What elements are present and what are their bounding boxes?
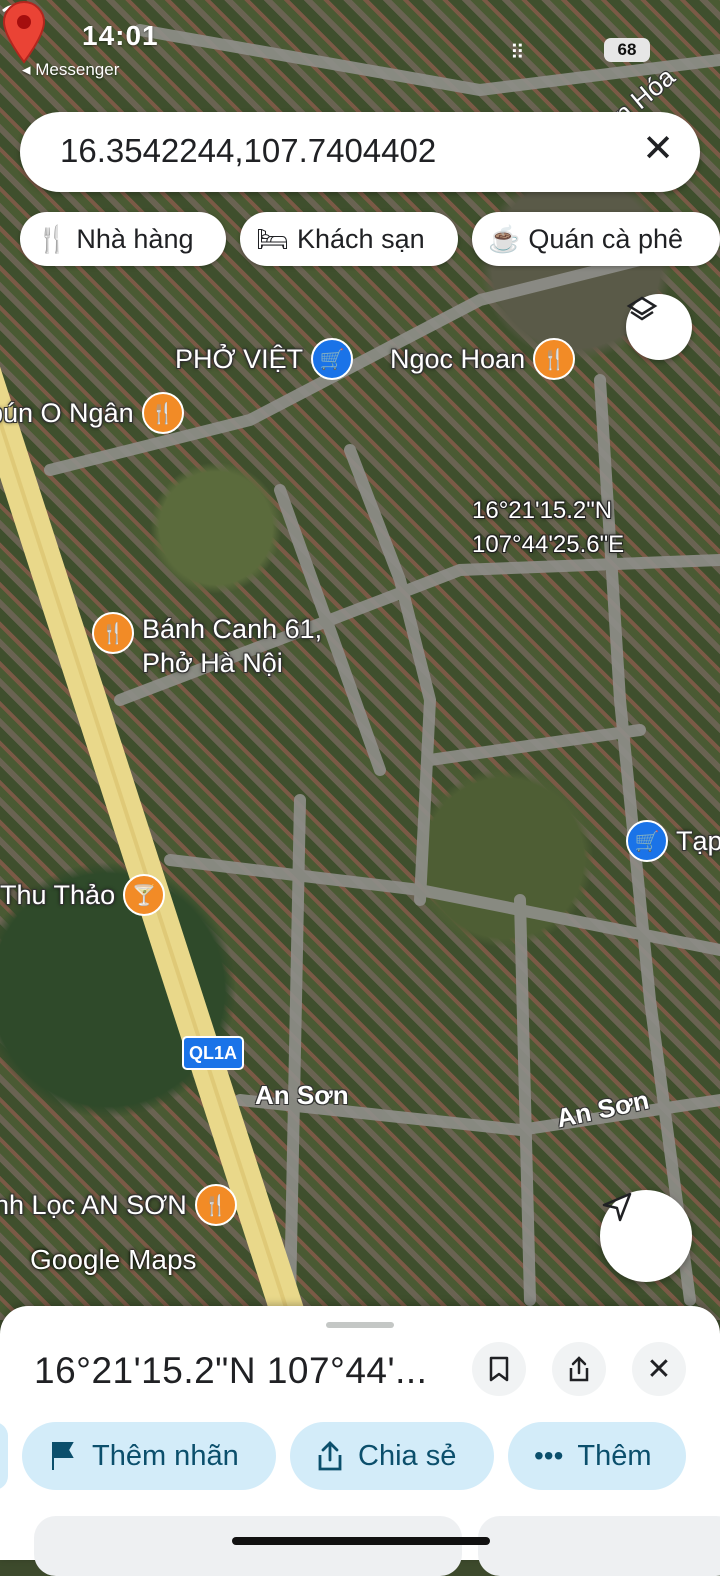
- chip-label: Khách sạn: [297, 223, 425, 254]
- restaurant-icon: 🍴: [194, 1184, 237, 1226]
- hotel-icon: 🛏: [256, 223, 290, 254]
- share-action-button[interactable]: Chia sẻ: [290, 1422, 494, 1490]
- action-label: Chia sẻ: [358, 1439, 457, 1472]
- share-button[interactable]: [552, 1342, 606, 1396]
- close-icon: ✕: [646, 1352, 672, 1386]
- more-button[interactable]: ••• Thêm: [508, 1422, 686, 1490]
- status-time: 14:01: [82, 20, 159, 51]
- chip-hotels[interactable]: 🛏 Khách sạn: [240, 212, 458, 266]
- place-title: 16°21'15.2"N 107°44'...: [34, 1350, 428, 1391]
- layers-button[interactable]: [626, 294, 692, 360]
- share-icon: [318, 1441, 342, 1471]
- more-icon: •••: [534, 1440, 564, 1471]
- chip-label: Quán cà phê: [528, 223, 683, 254]
- coffee-icon: ☕: [488, 223, 521, 254]
- poi-ngoc-hoan[interactable]: Ngoc Hoan 🍴: [390, 338, 576, 380]
- poi-label: nh Lọc AN SƠN: [0, 1189, 187, 1220]
- cocktail-icon: 🍸: [123, 874, 166, 916]
- signal-icon: ⠿: [510, 42, 525, 64]
- bookmark-icon: [489, 1356, 509, 1382]
- previous-action-pill[interactable]: [0, 1422, 8, 1490]
- navigation-arrow-icon: [602, 1192, 632, 1222]
- poi-an-son-water[interactable]: nh Lọc AN SƠN 🍴: [0, 1184, 237, 1226]
- area-label-an-son: An Sơn: [255, 1080, 349, 1110]
- status-bar: 14:01 ◂ Messenger ⠿ 68: [0, 0, 720, 90]
- poi-label: Bánh Canh 61, Phở Hà Nội: [142, 612, 322, 680]
- restaurant-icon: 🍴: [36, 223, 69, 254]
- chip-label: Nhà hàng: [76, 223, 194, 254]
- poi-label: Thu Thảo: [0, 879, 116, 910]
- pin-latitude: 16°21'15.2"N: [472, 497, 613, 524]
- google-maps-logo: Google Maps: [30, 1244, 197, 1275]
- restaurant-icon: 🍴: [141, 392, 184, 434]
- dropped-pin-icon[interactable]: [0, 0, 48, 64]
- pin-longitude: 107°44'25.6"E: [472, 531, 625, 558]
- search-input[interactable]: 16.3542244,107.7404402: [60, 132, 436, 170]
- satellite-map[interactable]: 14:01 ◂ Messenger ⠿ 68 n Hóa 16.3542244,…: [0, 0, 720, 1320]
- drag-handle[interactable]: [326, 1322, 394, 1328]
- poi-banh-canh-61[interactable]: 🍴 Bánh Canh 61, Phở Hà Nội: [92, 612, 322, 680]
- dropped-pin-label: 16°21'15.2"N 107°44'25.6"E: [472, 494, 624, 562]
- poi-tap-hoa[interactable]: 🛒 Tạp: [626, 820, 720, 862]
- action-label: Thêm nhãn: [92, 1439, 239, 1472]
- restaurant-icon: 🍴: [92, 612, 134, 654]
- poi-pho-viet[interactable]: PHỞ VIỆT 🛒: [175, 338, 354, 380]
- action-label: Thêm: [577, 1439, 652, 1472]
- chip-coffee[interactable]: ☕ Quán cà phê: [472, 212, 720, 266]
- chip-restaurants[interactable]: 🍴 Nhà hàng: [20, 212, 226, 266]
- poi-bun-o-ngan[interactable]: bún O Ngân 🍴: [0, 392, 184, 434]
- close-button[interactable]: ✕: [632, 1342, 686, 1396]
- preview-card[interactable]: [34, 1516, 462, 1576]
- home-indicator: [232, 1537, 490, 1545]
- poi-label-line1: Bánh Canh 61,: [142, 614, 323, 644]
- poi-label: Tạp: [676, 825, 720, 856]
- restaurant-icon: 🍴: [533, 338, 576, 380]
- search-bar[interactable]: 16.3542244,107.7404402 ✕: [20, 112, 700, 192]
- flag-icon: [52, 1442, 74, 1470]
- poi-thu-thao[interactable]: Thu Thảo 🍸: [0, 874, 166, 916]
- add-label-button[interactable]: Thêm nhãn: [22, 1422, 276, 1490]
- poi-label-line2: Phở Hà Nội: [142, 648, 283, 678]
- battery-icon: 68: [604, 38, 650, 62]
- shopping-cart-icon: 🛒: [311, 338, 354, 380]
- save-button[interactable]: [472, 1342, 526, 1396]
- poi-label: bún O Ngân: [0, 397, 134, 428]
- place-bottom-sheet[interactable]: 16°21'15.2"N 107°44'... ✕ Thêm nhãn Chia…: [0, 1306, 720, 1576]
- layers-icon: [626, 296, 658, 321]
- preview-card[interactable]: [478, 1516, 720, 1576]
- shopping-cart-icon: 🛒: [626, 820, 668, 862]
- my-location-button[interactable]: [600, 1190, 692, 1282]
- poi-label: PHỞ VIỆT: [175, 343, 304, 374]
- close-icon[interactable]: ✕: [642, 126, 674, 171]
- share-icon: [569, 1356, 589, 1382]
- road-shield: QL1A: [182, 1036, 244, 1070]
- poi-label: Ngoc Hoan: [390, 343, 526, 374]
